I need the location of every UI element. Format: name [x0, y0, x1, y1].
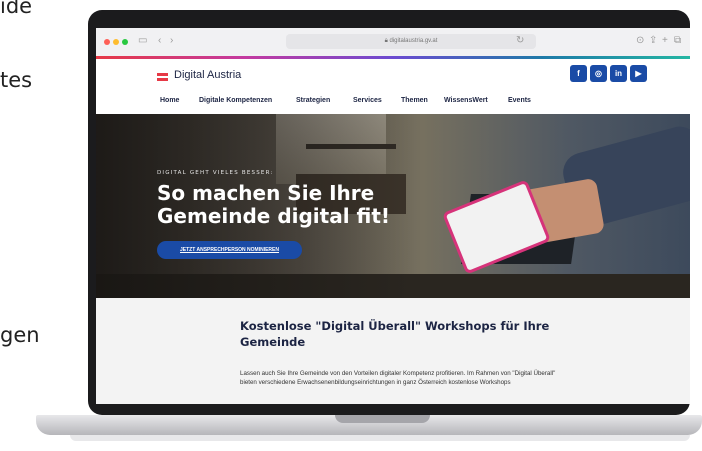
nav-digitale-kompetenzen[interactable]: Digitale Kompetenzen — [199, 97, 272, 104]
url-text: digitalaustria.gv.at — [389, 38, 438, 44]
austria-flag-icon[interactable] — [157, 73, 168, 82]
laptop-screen: ▭ ‹ › 🔒︎ digitalaustria.gv.at ↻ ⊙ ⇪ + ⧉ … — [96, 28, 690, 404]
laptop-notch — [335, 415, 430, 423]
hero-banner: DIGITAL GEHT VIELES BESSER: So machen Si… — [96, 114, 690, 298]
section-body: Lassen auch Sie Ihre Gemeinde von den Vo… — [240, 370, 556, 386]
section-title: Kostenlose "Digital Überall" Workshops f… — [240, 319, 550, 349]
site-header: Digital Austria f ◎ in ▶ Home Digitale K… — [96, 59, 690, 114]
side-text-2: tes — [0, 68, 33, 92]
reload-icon[interactable]: ↻ — [516, 35, 524, 46]
hero-eyebrow: DIGITAL GEHT VIELES BESSER: — [157, 170, 274, 176]
browser-toolbar: ▭ ‹ › 🔒︎ digitalaustria.gv.at ↻ ⊙ ⇪ + ⧉ — [96, 28, 690, 57]
instagram-icon[interactable]: ◎ — [590, 65, 607, 82]
address-bar[interactable]: 🔒︎ digitalaustria.gv.at — [286, 34, 536, 49]
nav-home[interactable]: Home — [160, 97, 179, 104]
share-icon[interactable]: ⇪ — [649, 35, 657, 46]
nav-wissenswert[interactable]: WissensWert — [444, 97, 488, 104]
sidebar-icon[interactable]: ▭ — [138, 35, 147, 46]
hero-title: So machen Sie Ihre Gemeinde digital fit! — [157, 181, 391, 228]
main-content: Kostenlose "Digital Überall" Workshops f… — [96, 298, 690, 404]
laptop-shadow — [70, 435, 690, 441]
new-tab-icon[interactable]: + — [662, 35, 668, 46]
linkedin-icon[interactable]: in — [610, 65, 627, 82]
close-window-button[interactable] — [104, 39, 110, 45]
back-icon[interactable]: ‹ — [158, 35, 161, 46]
side-text-3: gen — [0, 323, 40, 347]
maximize-window-button[interactable] — [122, 39, 128, 45]
nav-services[interactable]: Services — [353, 97, 382, 104]
site-logo[interactable]: Digital Austria — [174, 69, 241, 81]
nav-events[interactable]: Events — [508, 97, 531, 104]
tabs-overview-icon[interactable]: ⧉ — [674, 35, 681, 46]
nav-strategien[interactable]: Strategien — [296, 97, 330, 104]
side-text-1: ide — [0, 0, 33, 18]
facebook-icon[interactable]: f — [570, 65, 587, 82]
nominate-contact-button[interactable]: JETZT ANSPRECHPERSON NOMINIEREN — [157, 241, 302, 259]
youtube-icon[interactable]: ▶ — [630, 65, 647, 82]
download-icon[interactable]: ⊙ — [636, 35, 644, 46]
nav-themen[interactable]: Themen — [401, 97, 428, 104]
minimize-window-button[interactable] — [113, 39, 119, 45]
forward-icon[interactable]: › — [170, 35, 173, 46]
